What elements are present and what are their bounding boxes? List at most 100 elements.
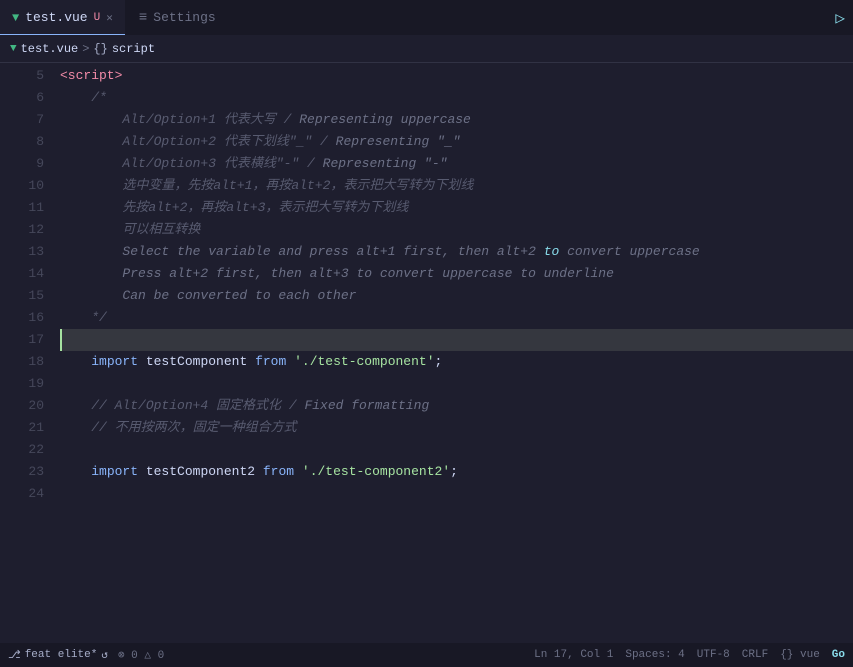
line-num-11: 11 <box>0 197 44 219</box>
line-num-10: 10 <box>0 175 44 197</box>
code-line-5: <script> <box>60 65 853 87</box>
line-num-16: 16 <box>0 307 44 329</box>
tab-modified-indicator: U <box>94 12 101 24</box>
code-line-13: Select the variable and press alt+1 firs… <box>60 241 853 263</box>
code-token: ; <box>435 351 443 373</box>
code-line-18: import testComponent from './test-compon… <box>60 351 853 373</box>
code-token: Representing "_" <box>336 131 461 153</box>
line-ending[interactable]: CRLF <box>742 649 768 661</box>
code-token: from <box>263 461 294 483</box>
line-num-24: 24 <box>0 483 44 505</box>
code-line-11: 先按alt+2，再按alt+3，表示把大写转为下划线 <box>60 197 853 219</box>
line-num-19: 19 <box>0 373 44 395</box>
code-line-19 <box>60 373 853 395</box>
vue-file-icon: ▼ <box>12 11 19 25</box>
tab-bar: ▼ test.vue U ✕ ≡ Settings ▷ <box>0 0 853 35</box>
sync-icon[interactable]: ↺ <box>101 648 108 662</box>
code-line-24 <box>60 483 853 505</box>
code-token: from <box>255 351 286 373</box>
code-token: import <box>91 351 138 373</box>
line-num-22: 22 <box>0 439 44 461</box>
code-token: testComponent <box>138 351 255 373</box>
language-mode[interactable]: {} vue <box>780 649 820 661</box>
error-count: ⊗ 0 △ 0 <box>118 648 164 662</box>
line-num-6: 6 <box>0 87 44 109</box>
code-line-17 <box>60 329 853 351</box>
code-token: './test-component2' <box>302 461 450 483</box>
code-token-to: to <box>544 241 560 263</box>
editor-area: 5 6 7 8 9 10 11 12 13 14 15 16 17 18 19 … <box>0 63 853 643</box>
status-branch[interactable]: ⎇ feat elite* ↺ <box>8 648 108 662</box>
tab-settings[interactable]: ≡ Settings <box>125 0 230 35</box>
code-token: Alt/Option+3 代表横线"-" / <box>60 153 323 175</box>
line-num-15: 15 <box>0 285 44 307</box>
code-editor[interactable]: <script> /* Alt/Option+1 代表大写 / Represen… <box>52 63 853 643</box>
settings-tab-label: Settings <box>153 10 215 25</box>
line-num-18: 18 <box>0 351 44 373</box>
line-num-13: 13 <box>0 241 44 263</box>
code-token <box>294 461 302 483</box>
code-token <box>62 329 70 351</box>
code-line-12: 可以相互转换 <box>60 219 853 241</box>
code-line-10: 选中变量，先按alt+1，再按alt+2，表示把大写转为下划线 <box>60 175 853 197</box>
code-line-7: Alt/Option+1 代表大写 / Representing upperca… <box>60 109 853 131</box>
status-left: ⎇ feat elite* ↺ ⊗ 0 △ 0 <box>8 648 164 662</box>
code-line-16: */ <box>60 307 853 329</box>
code-line-22 <box>60 439 853 461</box>
code-token: Press alt+2 first, then alt+3 to convert… <box>60 263 614 285</box>
code-line-9: Alt/Option+3 代表横线"-" / Representing "-" <box>60 153 853 175</box>
go-button[interactable]: Go <box>832 649 845 661</box>
line-num-7: 7 <box>0 109 44 131</box>
tab-active-indicator <box>0 34 125 35</box>
line-num-21: 21 <box>0 417 44 439</box>
code-token <box>60 483 68 505</box>
code-token: Select the variable and press alt+1 firs… <box>60 241 544 263</box>
tab-test-vue[interactable]: ▼ test.vue U ✕ <box>0 0 125 35</box>
tab-label: test.vue <box>25 10 87 25</box>
line-num-5: 5 <box>0 65 44 87</box>
encoding[interactable]: UTF-8 <box>697 649 730 661</box>
status-bar: ⎇ feat elite* ↺ ⊗ 0 △ 0 Ln 17, Col 1 Spa… <box>0 643 853 667</box>
line-num-17: 17 <box>0 329 44 351</box>
code-line-6: /* <box>60 87 853 109</box>
code-token: <script> <box>60 65 122 87</box>
code-token: 先按alt+2，再按alt+3，表示把大写转为下划线 <box>60 197 408 219</box>
code-token: './test-component' <box>294 351 434 373</box>
breadcrumb: ▼ test.vue > {} script <box>0 35 853 63</box>
code-token: Representing "-" <box>323 153 448 175</box>
code-token: // Alt/Option+4 固定格式化 / <box>60 395 304 417</box>
run-button[interactable]: ▷ <box>835 8 845 28</box>
breadcrumb-file[interactable]: test.vue <box>21 42 79 56</box>
branch-icon: ⎇ <box>8 648 21 662</box>
code-token <box>60 373 68 395</box>
spaces-setting[interactable]: Spaces: 4 <box>625 649 684 661</box>
code-line-15: Can be converted to each other <box>60 285 853 307</box>
line-num-9: 9 <box>0 153 44 175</box>
code-token: ; <box>450 461 458 483</box>
code-line-21: // 不用按两次，固定一种组合方式 <box>60 417 853 439</box>
status-errors[interactable]: ⊗ 0 △ 0 <box>118 648 164 662</box>
code-token: import <box>91 461 138 483</box>
code-line-8: Alt/Option+2 代表下划线"_" / Representing "_" <box>60 131 853 153</box>
breadcrumb-section[interactable]: script <box>112 42 155 56</box>
line-num-14: 14 <box>0 263 44 285</box>
code-token: /* <box>60 87 107 109</box>
settings-icon: ≡ <box>139 10 147 26</box>
code-token: Fixed formatting <box>304 395 429 417</box>
code-token <box>60 439 68 461</box>
code-token <box>286 351 294 373</box>
code-token <box>60 461 91 483</box>
code-token: Representing uppercase <box>299 109 471 131</box>
cursor-position[interactable]: Ln 17, Col 1 <box>534 649 613 661</box>
code-line-20: // Alt/Option+4 固定格式化 / Fixed formatting <box>60 395 853 417</box>
breadcrumb-vue-icon: ▼ <box>10 43 17 55</box>
tab-close-button[interactable]: ✕ <box>106 11 113 25</box>
line-num-23: 23 <box>0 461 44 483</box>
code-line-23: import testComponent2 from './test-compo… <box>60 461 853 483</box>
code-token <box>60 351 91 373</box>
code-token: 选中变量，先按alt+1，再按alt+2，表示把大写转为下划线 <box>60 175 473 197</box>
code-line-14: Press alt+2 first, then alt+3 to convert… <box>60 263 853 285</box>
code-token: convert uppercase <box>559 241 699 263</box>
code-token: Alt/Option+1 代表大写 / <box>60 109 299 131</box>
code-token: // 不用按两次，固定一种组合方式 <box>60 417 297 439</box>
